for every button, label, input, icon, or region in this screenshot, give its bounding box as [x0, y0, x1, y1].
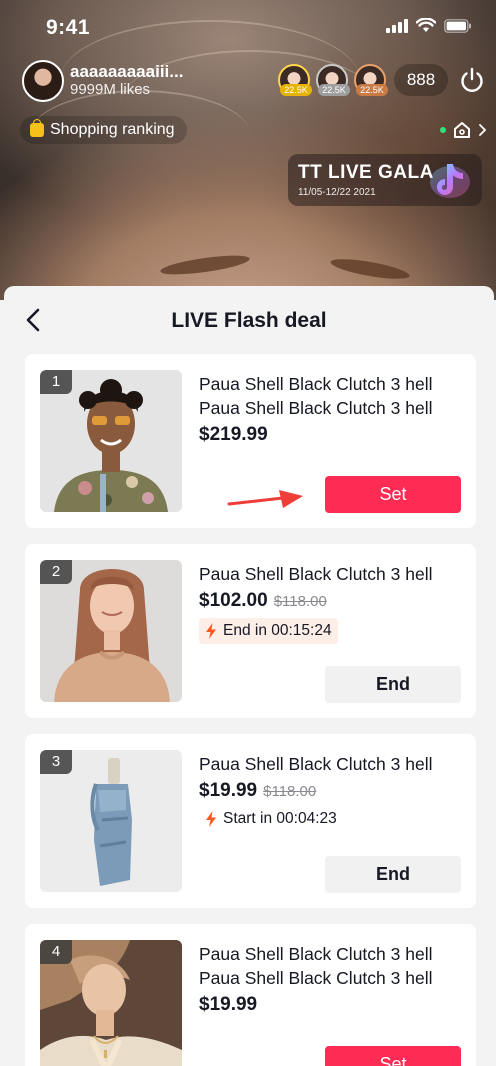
- rank-badge: 1: [40, 370, 72, 394]
- battery-icon: [444, 18, 472, 33]
- product-title: Paua Shell Black Clutch 3 hell: [199, 754, 433, 774]
- deal-price: $219.99: [199, 424, 268, 445]
- sheet-header: LIVE Flash deal: [4, 286, 494, 354]
- shopping-ranking-label: Shopping ranking: [50, 121, 175, 138]
- end-button[interactable]: End: [325, 666, 461, 703]
- signal-icon: [386, 18, 408, 33]
- gala-title: TT LIVE GALA: [298, 162, 434, 183]
- countdown-timer: End in 00:15:24: [199, 618, 338, 644]
- top-viewers[interactable]: 22.5K 22.5K 22.5K: [278, 64, 388, 98]
- lightning-icon: [206, 623, 216, 639]
- product-image[interactable]: 3: [40, 750, 182, 892]
- set-button[interactable]: Set: [325, 476, 461, 513]
- deal-card[interactable]: 4 Paua Shell Black Clutch 3 hell Paua Sh…: [25, 924, 476, 1066]
- top-viewer[interactable]: 22.5K: [354, 64, 388, 98]
- deal-card[interactable]: 1 Paua Shell Black Clutch 3 hell Paua Sh…: [25, 354, 476, 528]
- shopping-ranking-button[interactable]: Shopping ranking: [20, 116, 187, 144]
- deal-card[interactable]: 3 Paua Shell Black Clutch 3 hell $19.99 …: [25, 734, 476, 908]
- online-dot-icon: [440, 127, 446, 133]
- top-viewer[interactable]: 22.5K: [316, 64, 350, 98]
- host-likes: 9999M likes: [70, 81, 151, 98]
- host-info[interactable]: aaaaaaaaaiii... 9999M likes: [22, 60, 183, 102]
- viewer-gift-count: 22.5K: [356, 84, 388, 96]
- wifi-icon: [416, 18, 436, 33]
- original-price: $118.00: [273, 593, 327, 610]
- gala-date: 11/05-12/22 2021: [298, 187, 376, 198]
- price-row: $19.99 $118.00: [199, 780, 316, 802]
- countdown-timer: Start in 00:04:23: [199, 806, 343, 832]
- set-button[interactable]: Set: [325, 1046, 461, 1066]
- product-title: Paua Shell Black Clutch 3 hell Paua Shel…: [199, 374, 433, 418]
- eyebrow: [159, 251, 251, 279]
- product-image[interactable]: 4: [40, 940, 182, 1066]
- deal-price: $19.99: [199, 780, 258, 801]
- rank-badge: 3: [40, 750, 72, 774]
- sheet-title: LIVE Flash deal: [171, 309, 327, 332]
- music-note-logo-icon: [430, 164, 470, 198]
- product-title: Paua Shell Black Clutch 3 hell Paua Shel…: [199, 944, 433, 988]
- arrow-right-icon: [227, 490, 303, 508]
- host-text: aaaaaaaaaiii... 9999M likes: [70, 63, 183, 99]
- product-title: Paua Shell Black Clutch 3 hell: [199, 564, 433, 584]
- chevron-right-icon[interactable]: [478, 123, 488, 137]
- timer-text: Start in 00:04:23: [223, 810, 337, 827]
- rank-badge: 2: [40, 560, 72, 584]
- top-viewer[interactable]: 22.5K: [278, 64, 312, 98]
- viewer-gift-count: 22.5K: [318, 84, 350, 96]
- flash-deal-sheet: LIVE Flash deal 1 Paua Shell Black Clutc…: [4, 286, 494, 1066]
- shop-tools[interactable]: [440, 120, 488, 140]
- original-price: $118.00: [263, 783, 317, 800]
- home-icon[interactable]: [452, 120, 472, 140]
- eyebrow: [329, 255, 411, 283]
- status-icons: [386, 18, 472, 33]
- host-avatar[interactable]: [22, 60, 64, 102]
- shopping-bag-icon: [30, 119, 44, 137]
- deal-card[interactable]: 2 Paua Shell Black Clutch 3 hell $102.00…: [25, 544, 476, 718]
- lightning-icon: [206, 811, 216, 827]
- price-row: $219.99: [199, 424, 268, 446]
- product-image[interactable]: 1: [40, 370, 182, 512]
- status-bar: 9:41: [0, 0, 496, 56]
- rank-badge: 4: [40, 940, 72, 964]
- viewer-count[interactable]: 888: [394, 64, 448, 96]
- end-button[interactable]: End: [325, 856, 461, 893]
- timer-text: End in 00:15:24: [223, 622, 332, 639]
- viewer-gift-count: 22.5K: [280, 84, 312, 96]
- price-row: $102.00 $118.00: [199, 590, 327, 612]
- host-name: aaaaaaaaaiii...: [70, 62, 184, 81]
- product-image[interactable]: 2: [40, 560, 182, 702]
- deal-price: $19.99: [199, 994, 258, 1015]
- status-time: 9:41: [46, 16, 91, 39]
- live-gala-banner[interactable]: TT LIVE GALA 11/05-12/22 2021: [288, 154, 482, 206]
- price-row: $19.99: [199, 994, 257, 1016]
- deal-list: 1 Paua Shell Black Clutch 3 hell Paua Sh…: [25, 354, 476, 1066]
- power-icon[interactable]: [458, 66, 486, 94]
- deal-price: $102.00: [199, 590, 268, 611]
